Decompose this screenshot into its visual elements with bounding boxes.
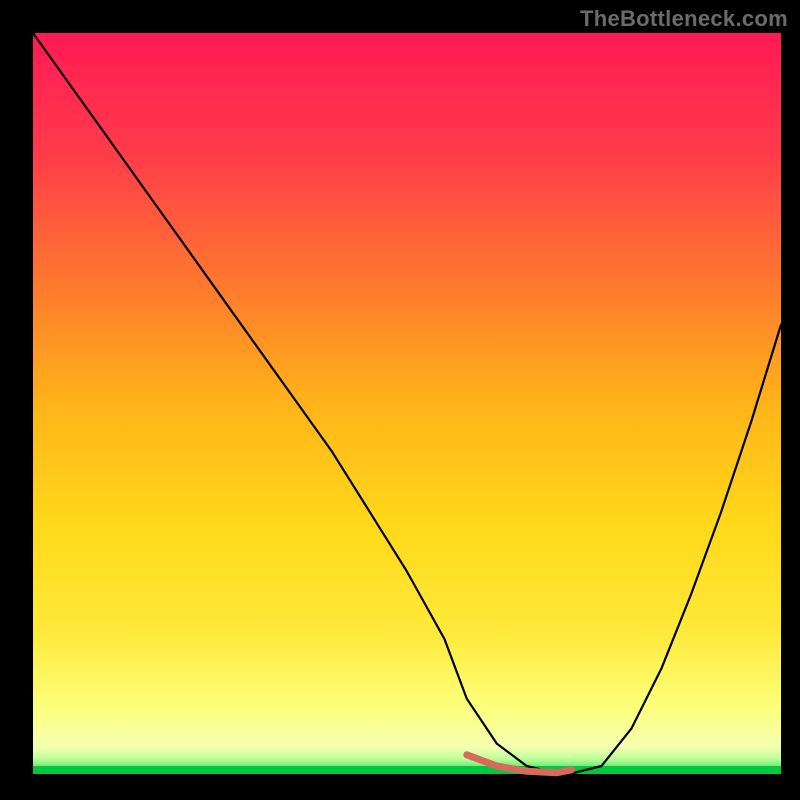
green-band [33, 766, 781, 774]
gradient-background [33, 33, 781, 781]
plot-area [33, 33, 781, 781]
chart-svg [0, 0, 800, 800]
chart-stage: TheBottleneck.com [0, 0, 800, 800]
watermark-text: TheBottleneck.com [580, 6, 788, 32]
bottom-black-strip [33, 774, 781, 781]
